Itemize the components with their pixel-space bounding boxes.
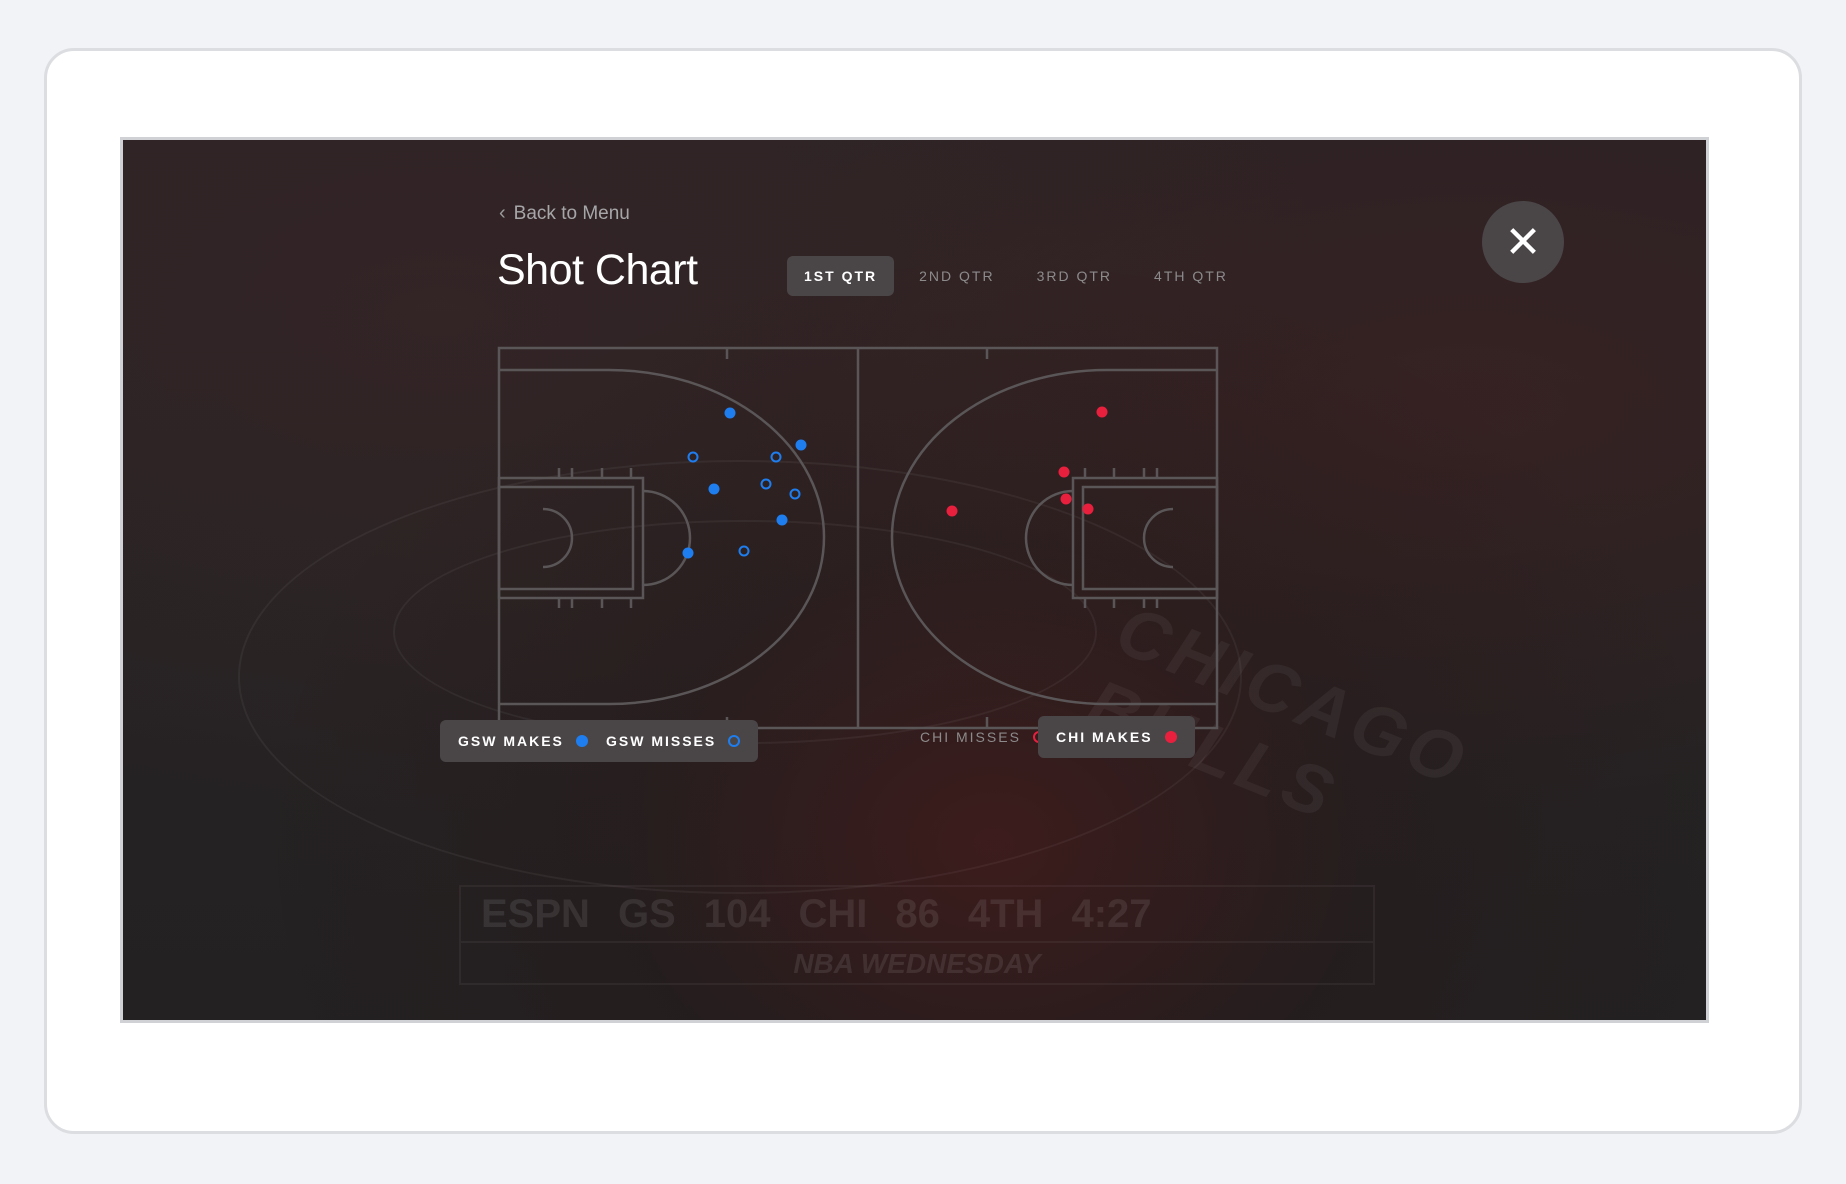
gsw-misses-label: GSW MISSES	[606, 733, 717, 749]
shot-markers	[682, 406, 1108, 559]
scorebug-show-name: NBA WEDNESDAY	[793, 948, 1041, 979]
chi-make-marker	[1096, 406, 1108, 418]
tab-3rd-qtr[interactable]: 3RD QTR	[1020, 256, 1129, 296]
close-icon: ✕	[1504, 217, 1542, 267]
scorebug-period: 4TH	[967, 891, 1044, 936]
chi-make-marker	[946, 505, 958, 517]
gsw-makes-toggle[interactable]: GSW MAKES	[440, 720, 606, 762]
gsw-miss-marker	[770, 451, 782, 463]
gsw-make-marker	[682, 547, 694, 559]
scorebug-home-score: 86	[895, 891, 940, 936]
chevron-left-icon: ‹	[499, 202, 506, 224]
gsw-miss-marker	[760, 478, 772, 490]
chi-misses-label: CHI MISSES	[920, 729, 1021, 745]
chi-make-marker	[1058, 466, 1070, 478]
scorebug-home-team: CHI	[798, 891, 868, 936]
scorebug-network: ESPN	[481, 891, 590, 936]
broadcast-screen: CHICAGO BULLS ESPN GS 104 CHI 86 4TH 4:2…	[120, 137, 1709, 1023]
scorebug-away-team: GS	[617, 891, 676, 936]
tab-2nd-qtr[interactable]: 2ND QTR	[902, 256, 1011, 296]
gsw-make-marker	[776, 514, 788, 526]
gsw-make-marker	[708, 483, 720, 495]
back-to-menu-label: Back to Menu	[513, 202, 630, 224]
basketball-court	[497, 346, 1219, 730]
gsw-miss-ring-icon	[728, 735, 741, 747]
chi-make-marker	[1082, 503, 1094, 515]
broadcast-scorebug: ESPN GS 104 CHI 86 4TH 4:27 NBA WEDNESDA…	[459, 885, 1375, 985]
quarter-tabs: 1ST QTR 2ND QTR 3RD QTR 4TH QTR	[787, 256, 1253, 296]
close-button[interactable]: ✕	[1482, 201, 1564, 283]
tab-4th-qtr[interactable]: 4TH QTR	[1137, 256, 1245, 296]
gsw-miss-marker	[789, 488, 801, 500]
gsw-make-dot-icon	[575, 735, 588, 747]
tab-1st-qtr[interactable]: 1ST QTR	[787, 256, 895, 296]
gsw-misses-toggle[interactable]: GSW MISSES	[588, 720, 759, 762]
chi-make-dot-icon	[1164, 731, 1177, 743]
scorebug-clock: 4:27	[1071, 891, 1152, 936]
chi-make-marker	[1060, 493, 1072, 505]
chi-makes-label: CHI MAKES	[1056, 729, 1153, 745]
gsw-make-marker	[795, 439, 807, 451]
chi-makes-toggle[interactable]: CHI MAKES	[1038, 716, 1195, 758]
scorebug-away-score: 104	[703, 891, 771, 936]
page-title: Shot Chart	[497, 246, 698, 294]
gsw-make-marker	[724, 407, 736, 419]
gsw-miss-marker	[687, 451, 699, 463]
gsw-miss-marker	[738, 545, 750, 557]
gsw-makes-label: GSW MAKES	[458, 733, 564, 749]
back-to-menu-link[interactable]: ‹ Back to Menu	[499, 202, 630, 225]
court-lines	[497, 346, 1219, 730]
